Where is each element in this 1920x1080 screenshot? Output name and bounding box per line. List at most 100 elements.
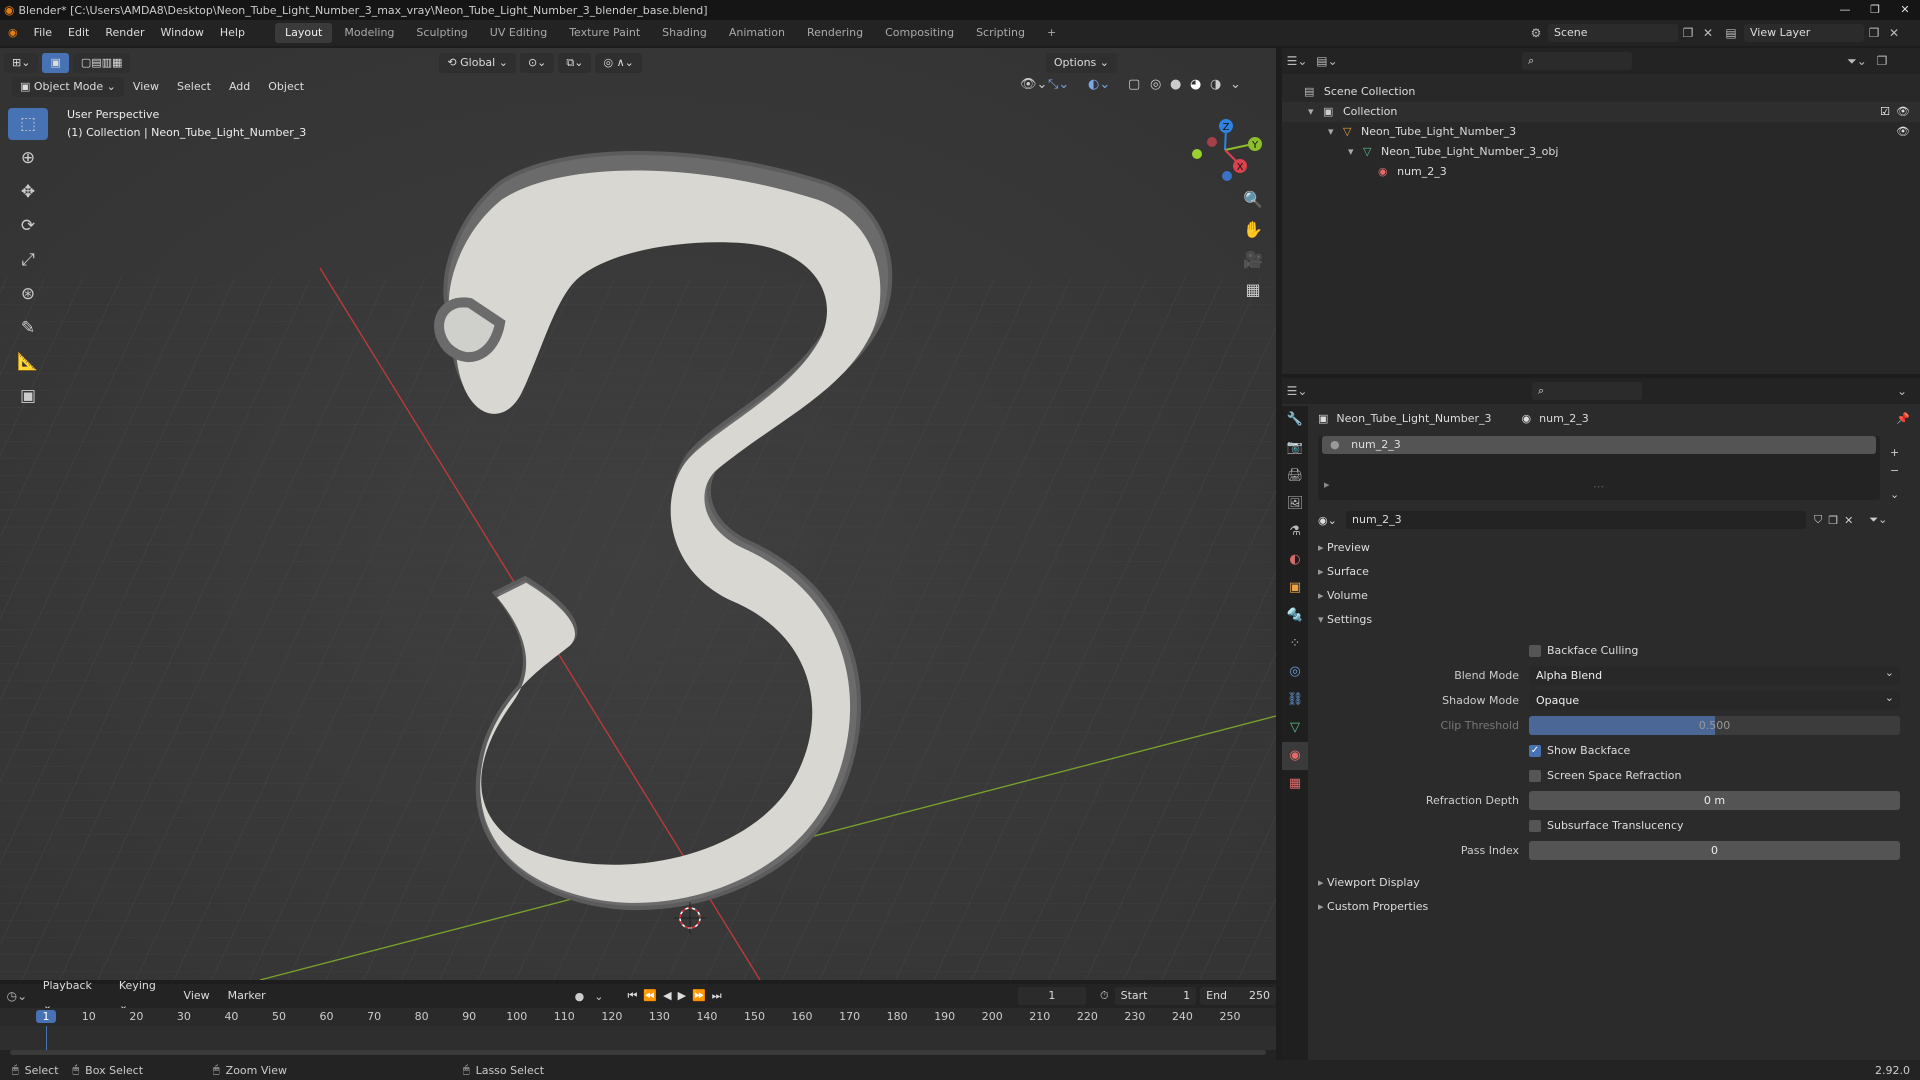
object-mode-dropdown[interactable]: ▣ Object Mode ⌄ xyxy=(12,77,124,97)
frame-ruler[interactable]: 1 10 20 30 40 50 60 70 80 90 100 110 120 130 140 150 160… xyxy=(0,1008,1276,1026)
jump-start-icon[interactable]: ⏮ xyxy=(628,989,644,1002)
refraction-depth-field[interactable]: 0 m xyxy=(1529,791,1900,810)
pass-index-field[interactable]: 0 xyxy=(1529,841,1900,860)
subsurface-translucency-row[interactable]: Subsurface Translucency xyxy=(1318,813,1910,838)
exclude-checkbox-icon[interactable]: ☑ xyxy=(1880,102,1890,122)
panel-viewport-display[interactable]: ▸ Viewport Display xyxy=(1318,871,1910,895)
scene-collection-row[interactable]: ▤ Scene Collection xyxy=(1282,82,1920,102)
close-button[interactable]: ✕ xyxy=(1890,0,1920,20)
start-frame-field[interactable]: Start 1 xyxy=(1114,987,1197,1005)
wireframe-shading-icon[interactable]: ◎ xyxy=(1150,77,1170,92)
viewport-menu-object[interactable]: Object xyxy=(259,77,313,97)
overlay-toggle-icon[interactable]: ◐⌄ xyxy=(1088,77,1128,92)
view-layer-tab-icon[interactable]: 🖼 xyxy=(1282,490,1308,518)
outliner-filter-icon[interactable]: ⏷⌄ xyxy=(1842,54,1872,69)
shadow-mode-dropdown[interactable]: Opaque xyxy=(1529,688,1900,710)
pin-icon[interactable]: 📌 xyxy=(1896,412,1910,425)
pan-hand-icon[interactable]: ✋ xyxy=(1236,220,1270,250)
backface-culling-checkbox[interactable] xyxy=(1529,644,1541,657)
clip-threshold-slider[interactable]: 0.500 xyxy=(1529,716,1900,735)
show-backface-row[interactable]: ✓ Show Backface xyxy=(1318,738,1910,763)
panel-custom-properties[interactable]: ▸ Custom Properties xyxy=(1318,895,1910,919)
proportional-editing-icon[interactable]: ◎ ∧⌄ xyxy=(595,53,642,73)
screen-space-refraction-row[interactable]: Screen Space Refraction xyxy=(1318,763,1910,788)
scale-tool-icon[interactable]: ⤢ xyxy=(8,244,48,276)
panel-volume[interactable]: ▸ Volume xyxy=(1318,584,1910,608)
timeline-scrollbar[interactable] xyxy=(10,1050,1266,1055)
tab-animation[interactable]: Animation xyxy=(719,23,795,43)
texture-tab-icon[interactable]: ▦ xyxy=(1282,770,1308,798)
outliner-item-material[interactable]: ◉ num_2_3 xyxy=(1282,162,1920,182)
duplicate-material-icon[interactable]: ❐ xyxy=(1828,514,1838,527)
render-tab-icon[interactable]: 📷 xyxy=(1282,434,1308,462)
show-backface-checkbox[interactable]: ✓ xyxy=(1529,744,1541,757)
list-resize-handle[interactable]: ⋯ xyxy=(1593,480,1604,493)
timeline-menu-marker[interactable]: Marker xyxy=(219,986,275,1006)
world-tab-icon[interactable]: ◐ xyxy=(1282,546,1308,574)
transform-tool-icon[interactable]: ⊛ xyxy=(8,278,48,310)
scene-icon[interactable]: ⚙ xyxy=(1524,26,1548,40)
outliner-editor-type-icon[interactable]: ☰⌄ xyxy=(1282,54,1312,68)
viewport-menu-add[interactable]: Add xyxy=(220,77,259,97)
material-shading-icon[interactable]: ◕ xyxy=(1190,77,1210,92)
add-workspace-button[interactable]: + xyxy=(1037,23,1066,43)
data-tab-icon[interactable]: ▽ xyxy=(1282,714,1308,742)
slot-specials-icon[interactable]: ⌄ xyxy=(1890,486,1899,504)
properties-editor-type-icon[interactable]: ☰⌄ xyxy=(1282,384,1312,398)
modifier-tab-icon[interactable]: 🔩 xyxy=(1282,602,1308,630)
expand-arrow-icon[interactable]: ▾ xyxy=(1348,145,1354,158)
delete-scene-icon[interactable]: ✕ xyxy=(1698,26,1718,40)
backface-culling-row[interactable]: Backface Culling xyxy=(1318,638,1910,663)
keyframe-type-icon[interactable]: ⌄ xyxy=(594,990,603,1003)
properties-search-input[interactable]: ⌕ xyxy=(1532,382,1642,400)
xray-icon[interactable]: ▢ xyxy=(1128,77,1150,92)
prev-keyframe-icon[interactable]: ⏪ xyxy=(643,989,663,1002)
screen-space-refraction-checkbox[interactable] xyxy=(1529,769,1541,782)
tab-scripting[interactable]: Scripting xyxy=(966,23,1035,43)
collection-visibility-icon[interactable]: 👁 xyxy=(1896,102,1910,122)
annotate-tool-icon[interactable]: ✎ xyxy=(8,312,48,344)
material-browse-icon[interactable]: ◉⌄ xyxy=(1318,514,1346,527)
new-scene-icon[interactable]: ❐ xyxy=(1678,26,1698,40)
end-frame-field[interactable]: End 250 xyxy=(1200,987,1276,1005)
physics-tab-icon[interactable]: ◎ xyxy=(1282,658,1308,686)
slot-expand-icon[interactable]: ▸ xyxy=(1324,478,1330,491)
record-button-icon[interactable]: ● xyxy=(575,990,585,1003)
minimize-button[interactable]: — xyxy=(1830,0,1860,20)
tab-layout[interactable]: Layout xyxy=(274,23,333,43)
material-filter-icon[interactable]: ⏷⌄ xyxy=(1869,513,1887,527)
selection-modes-icon[interactable]: ▢▤▥▦ xyxy=(72,53,131,73)
material-slot-list[interactable]: ● num_2_3 ▸ ⋯ xyxy=(1318,436,1880,500)
material-tab-icon[interactable]: ◉ xyxy=(1282,742,1308,770)
viewport-scene[interactable]: Z Y X xyxy=(0,48,1276,980)
viewport-menu-view[interactable]: View xyxy=(124,77,168,97)
tab-shading[interactable]: Shading xyxy=(652,23,717,43)
snap-icon[interactable]: ⧉⌄ xyxy=(558,53,592,73)
next-keyframe-icon[interactable]: ⏩ xyxy=(692,989,712,1002)
tab-sculpting[interactable]: Sculpting xyxy=(406,23,477,43)
play-reverse-icon[interactable]: ◀ xyxy=(663,989,677,1002)
outliner-item-mesh[interactable]: ▾ ▽ Neon_Tube_Light_Number_3_obj xyxy=(1282,142,1920,162)
transform-orientation-dropdown[interactable]: ⟲ Global ⌄ xyxy=(439,53,516,73)
panel-preview[interactable]: ▸ Preview xyxy=(1318,536,1910,560)
measure-tool-icon[interactable]: 📐 xyxy=(8,346,48,378)
new-collection-icon[interactable]: ❐ xyxy=(1872,54,1892,68)
view-layer-field[interactable]: View Layer xyxy=(1744,24,1864,42)
expand-arrow-icon[interactable]: ▾ xyxy=(1308,105,1314,118)
timeline-tracks[interactable] xyxy=(0,1026,1276,1050)
preview-range-icon[interactable]: ⏱ xyxy=(1100,989,1109,1003)
object-tab-icon[interactable]: ▣ xyxy=(1282,574,1308,602)
view-layer-icon[interactable]: ▤ xyxy=(1718,26,1744,40)
new-view-layer-icon[interactable]: ❐ xyxy=(1864,26,1884,40)
options-dropdown[interactable]: Options ⌄ xyxy=(1045,53,1118,73)
maximize-button[interactable]: ❐ xyxy=(1860,0,1890,20)
menu-window[interactable]: Window xyxy=(153,20,212,46)
delete-view-layer-icon[interactable]: ✕ xyxy=(1884,26,1904,40)
perspective-toggle-icon[interactable]: ▦ xyxy=(1236,280,1270,310)
particles-tab-icon[interactable]: ⁘ xyxy=(1282,630,1308,658)
remove-slot-button[interactable]: − xyxy=(1890,462,1899,480)
menu-file[interactable]: File xyxy=(26,20,60,46)
current-frame-field[interactable]: 1 xyxy=(1017,987,1087,1005)
expand-arrow-icon[interactable]: ▾ xyxy=(1328,125,1334,138)
display-mode-icon[interactable]: ▤⌄ xyxy=(1312,54,1342,68)
